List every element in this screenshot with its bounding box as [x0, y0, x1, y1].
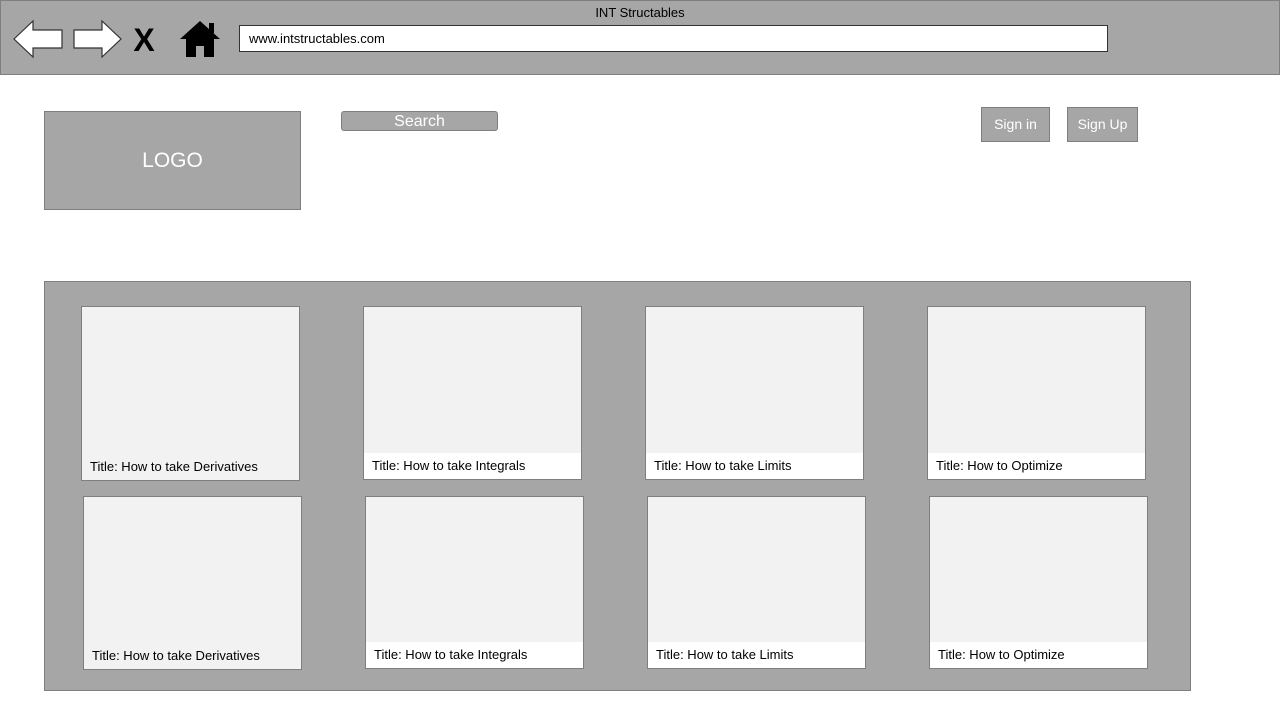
tutorial-card[interactable]: Title: How to take Integrals — [363, 306, 582, 480]
card-title: Title: How to take Integrals — [364, 453, 581, 479]
tutorial-card[interactable]: Title: How to take Derivatives — [83, 496, 302, 670]
close-button[interactable]: X — [129, 21, 159, 59]
sign-in-button[interactable]: Sign in — [981, 107, 1050, 142]
card-thumbnail — [84, 497, 301, 645]
card-title: Title: How to take Derivatives — [82, 454, 299, 480]
card-title: Title: How to take Limits — [646, 453, 863, 479]
card-title: Title: How to take Integrals — [366, 642, 583, 668]
tutorial-card[interactable]: Title: How to take Limits — [647, 496, 866, 669]
card-title: Title: How to take Derivatives — [84, 643, 301, 669]
home-icon — [180, 21, 220, 57]
right-arrow-icon — [73, 19, 122, 59]
search-button[interactable]: Search — [341, 111, 498, 131]
home-button[interactable] — [179, 19, 221, 59]
tutorial-card[interactable]: Title: How to take Derivatives — [81, 306, 300, 481]
card-thumbnail — [646, 307, 863, 455]
tutorial-card[interactable]: Title: How to Optimize — [927, 306, 1146, 480]
sign-up-button[interactable]: Sign Up — [1067, 107, 1138, 142]
site-logo[interactable]: LOGO — [44, 111, 301, 210]
left-arrow-icon — [13, 19, 63, 59]
url-input[interactable]: www.intstructables.com — [239, 25, 1108, 52]
card-thumbnail — [366, 497, 583, 645]
card-title: Title: How to Optimize — [928, 453, 1145, 479]
forward-button[interactable] — [73, 19, 123, 59]
card-thumbnail — [930, 497, 1147, 645]
card-thumbnail — [82, 307, 299, 455]
tutorial-card[interactable]: Title: How to Optimize — [929, 496, 1148, 669]
browser-toolbar: INT Structables X www.intstructables.com — [0, 0, 1280, 75]
card-thumbnail — [648, 497, 865, 645]
tutorial-card[interactable]: Title: How to take Limits — [645, 306, 864, 480]
card-thumbnail — [364, 307, 581, 455]
window-title: INT Structables — [595, 5, 685, 20]
card-title: Title: How to take Limits — [648, 642, 865, 668]
card-title: Title: How to Optimize — [930, 642, 1147, 668]
card-thumbnail — [928, 307, 1145, 455]
tutorial-grid: Title: How to take Derivatives Title: Ho… — [44, 281, 1191, 691]
tutorial-card[interactable]: Title: How to take Integrals — [365, 496, 584, 669]
back-button[interactable] — [13, 19, 63, 59]
